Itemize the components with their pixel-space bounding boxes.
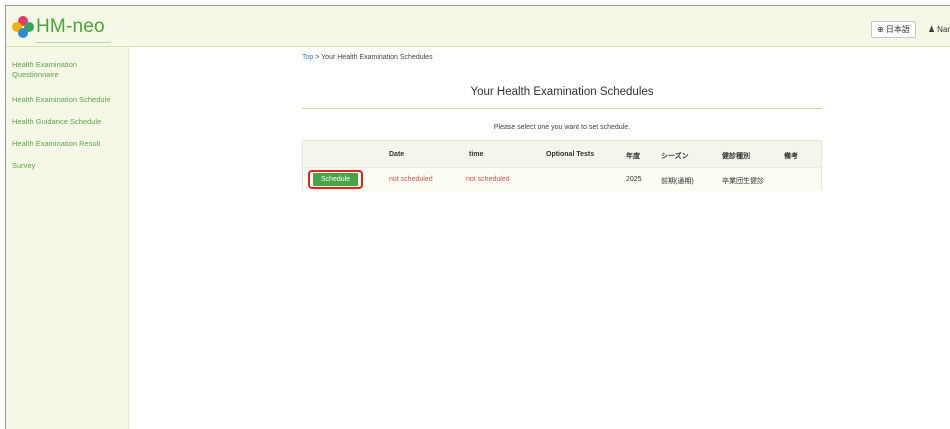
logo-text: HM-neo <box>36 16 105 37</box>
cell-year: 2025 <box>626 176 642 183</box>
globe-icon: ⊕ <box>877 25 884 34</box>
cell-time: not scheduled <box>466 176 510 183</box>
language-label: 日本語 <box>885 25 910 34</box>
breadcrumb: Top > Your Health Examination Schedules <box>302 54 433 61</box>
cell-season: 前期(通期) <box>661 178 694 185</box>
sidebar-item-exam-result[interactable]: Health Examination Result <box>6 139 106 149</box>
header-season: シーズン <box>661 153 689 160</box>
cell-date: not scheduled <box>389 176 433 183</box>
logo[interactable]: HM-neo <box>12 12 111 43</box>
header-remarks: 備考 <box>784 153 798 160</box>
breadcrumb-separator: > <box>313 54 322 61</box>
user-menu[interactable]: ♟ Nar <box>928 21 950 38</box>
sidebar-item-questionnaire[interactable]: Health Examination Questionnaire <box>6 60 118 80</box>
title-divider <box>302 108 822 109</box>
header-time: time <box>469 151 484 158</box>
breadcrumb-top-link[interactable]: Top <box>302 54 313 61</box>
table-row: Schedule not scheduled not scheduled 202… <box>303 167 821 191</box>
header-optional-tests: Optional Tests <box>546 151 595 158</box>
breadcrumb-current: Your Health Examination Schedules <box>321 54 433 61</box>
sidebar-item-survey[interactable]: Survey <box>6 161 41 171</box>
language-button[interactable]: ⊕ 日本語 <box>871 21 916 38</box>
sidebar-item-guidance-schedule[interactable]: Health Guidance Schedule <box>6 117 107 127</box>
table-header: Date time Optional Tests 年度 シーズン 健診種別 備考 <box>303 141 821 167</box>
schedule-table: Date time Optional Tests 年度 シーズン 健診種別 備考… <box>302 140 822 191</box>
header: HM-neo ⊕ 日本語 ♟ Nar <box>6 6 950 47</box>
clover-icon <box>12 16 34 38</box>
logo-underline <box>36 42 111 43</box>
schedule-button-highlight: Schedule <box>308 170 363 189</box>
app-frame: HM-neo ⊕ 日本語 ♟ Nar Health Examination Qu… <box>5 5 950 429</box>
header-exam-type: 健診種別 <box>722 153 750 160</box>
sidebar-item-exam-schedule[interactable]: Health Examination Schedule <box>6 95 116 105</box>
cell-exam-type: 卒業団生健診 <box>722 178 764 185</box>
page-title: Your Health Examination Schedules <box>470 86 654 98</box>
user-icon: ♟ <box>928 25 936 34</box>
schedule-button[interactable]: Schedule <box>313 173 358 186</box>
sidebar: Health Examination Questionnaire Health … <box>6 47 129 429</box>
header-date: Date <box>389 151 405 158</box>
instruction-text: Please select one you want to set schedu… <box>493 124 631 131</box>
header-year: 年度 <box>626 153 640 160</box>
user-name: Nar <box>937 25 950 34</box>
